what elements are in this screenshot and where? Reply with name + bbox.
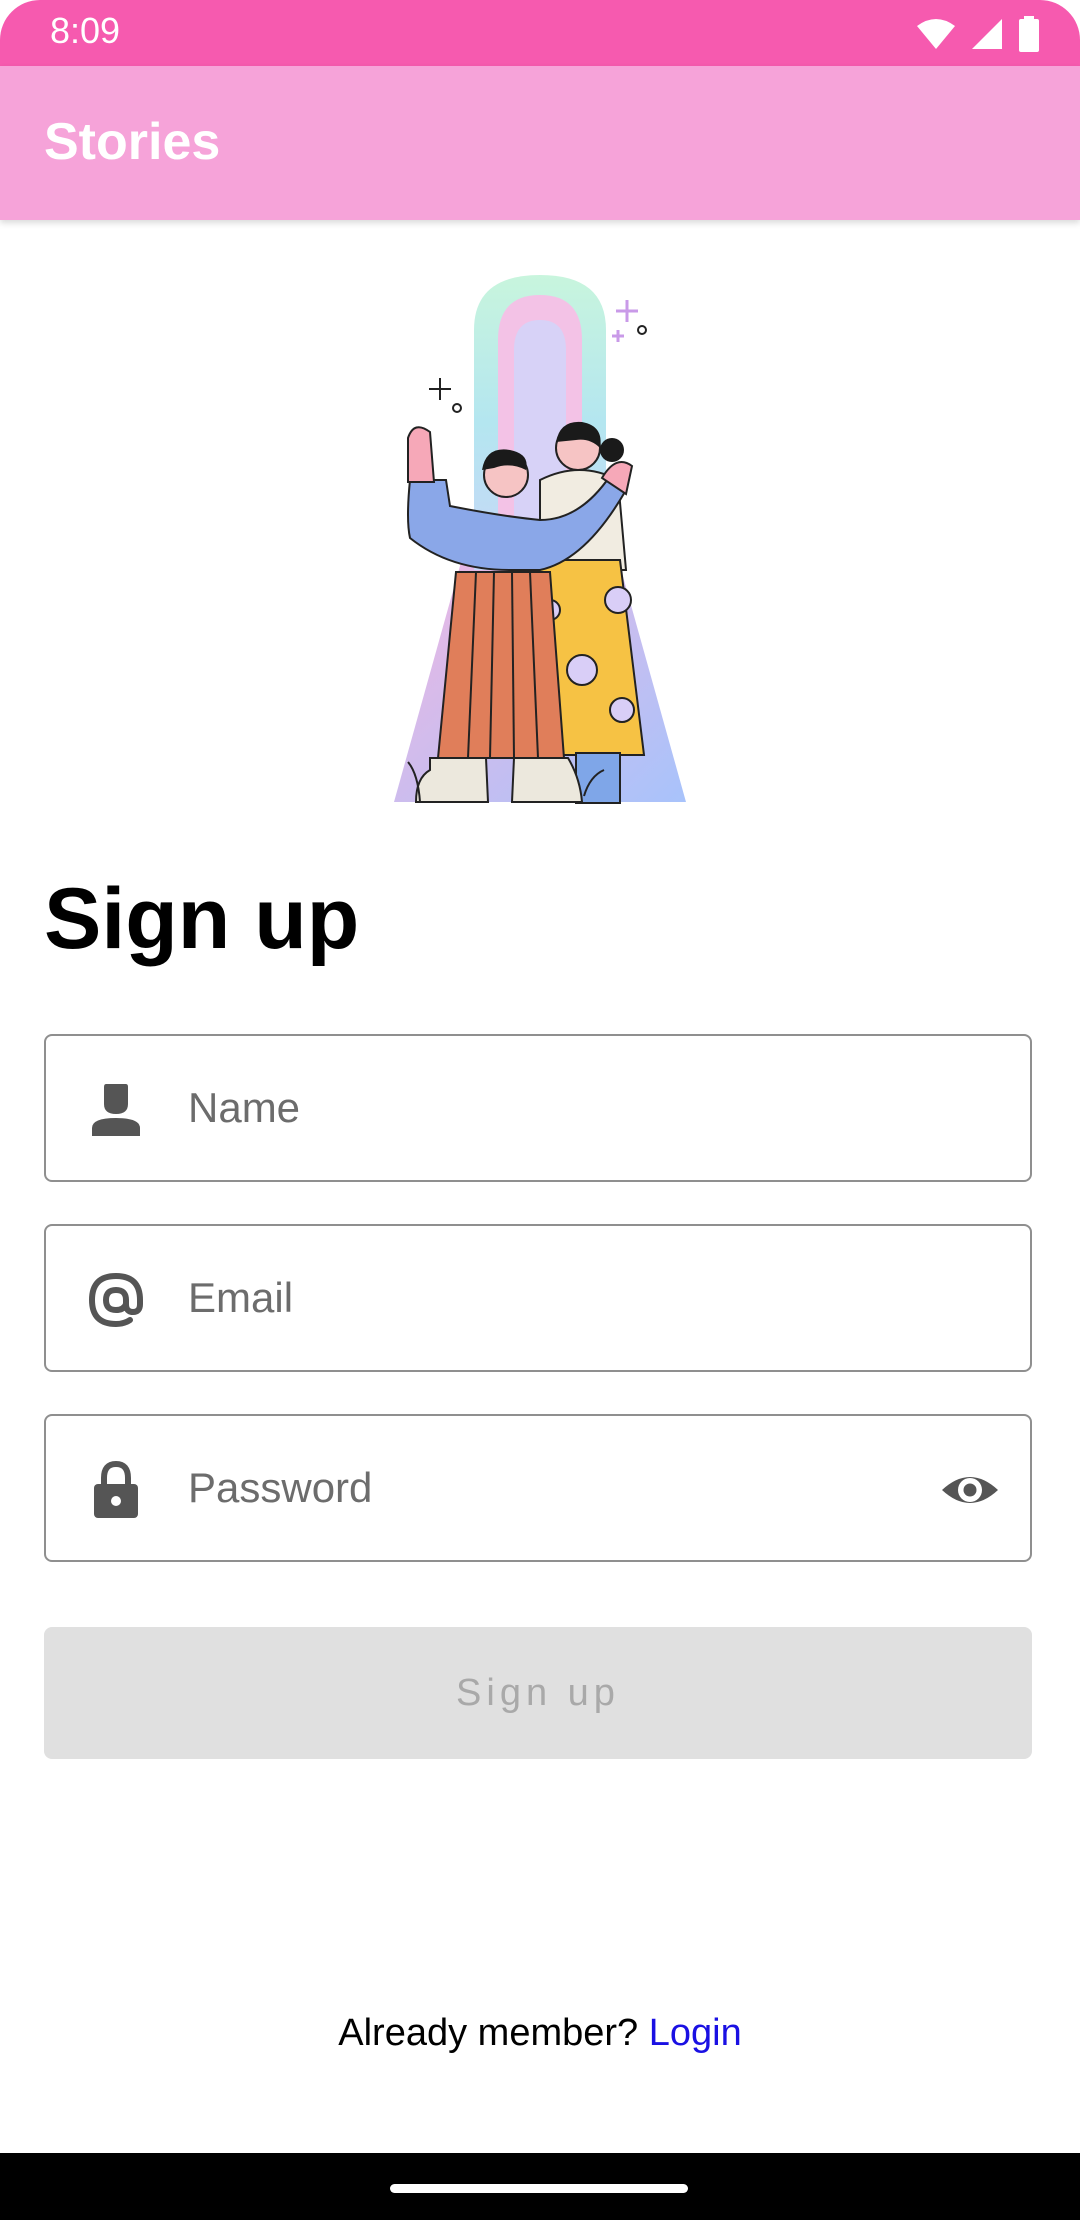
status-time: 8:09 [50, 10, 121, 51]
status-bar: 8:09 [0, 0, 1080, 66]
login-prompt-text: Already member? [338, 2012, 639, 2054]
page-title: Sign up [44, 871, 360, 967]
person-icon [92, 1084, 140, 1136]
eye-icon[interactable] [940, 1462, 1000, 1518]
password-field[interactable] [44, 1414, 1032, 1562]
login-link[interactable]: Login [649, 2012, 742, 2054]
email-field[interactable] [44, 1224, 1032, 1372]
navigation-bar [0, 2153, 1080, 2220]
login-prompt: Already member? Login [0, 2012, 1080, 2055]
app-title: Stories [44, 113, 221, 171]
battery-icon [1019, 16, 1039, 52]
at-sign-icon [88, 1272, 143, 1328]
signup-illustration [394, 275, 686, 804]
name-field[interactable] [44, 1034, 1032, 1182]
email-input[interactable] [188, 1226, 948, 1370]
password-input[interactable] [188, 1416, 848, 1560]
status-icons [916, 14, 1040, 54]
name-input[interactable] [188, 1036, 948, 1180]
app-bar: Stories [0, 66, 1080, 220]
lock-icon [94, 1460, 138, 1518]
wifi-icon [917, 19, 955, 49]
signal-icon [972, 19, 1002, 49]
home-gesture-handle[interactable] [390, 2184, 688, 2193]
signup-button[interactable]: Sign up [44, 1627, 1032, 1759]
